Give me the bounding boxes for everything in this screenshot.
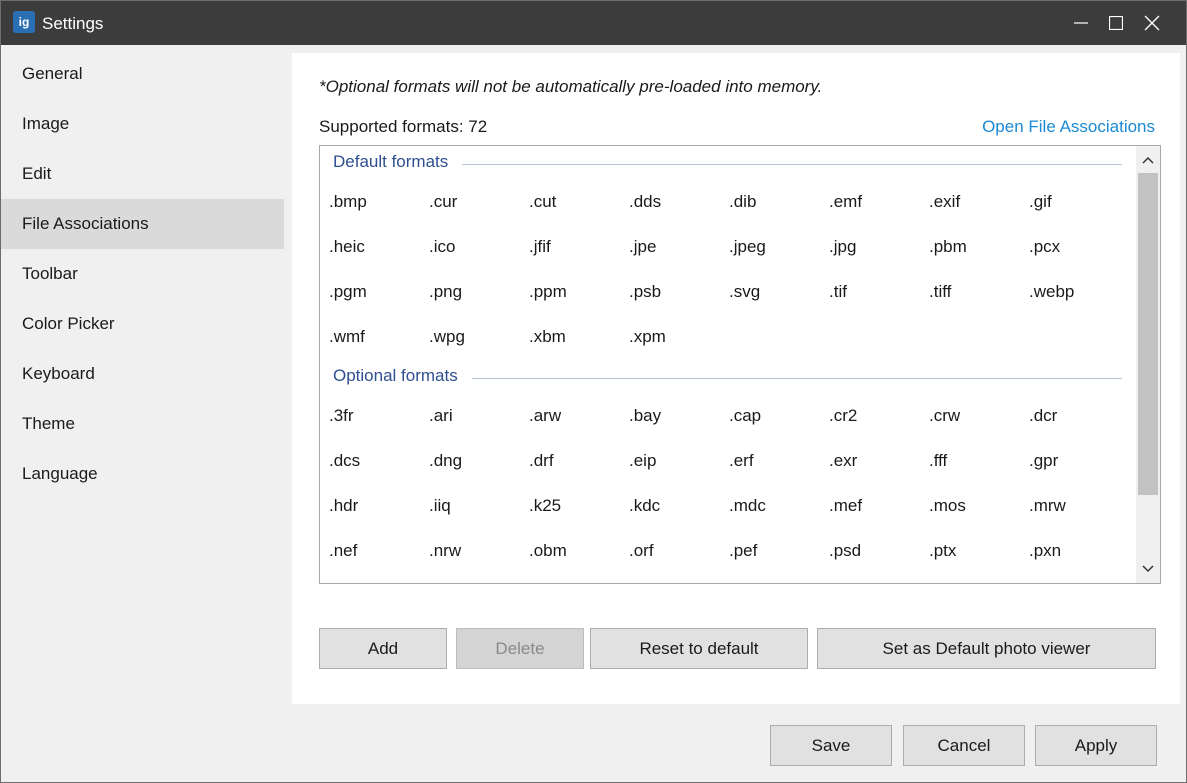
format-item[interactable]: .xpm [629,327,666,347]
format-item[interactable]: .ico [429,237,455,257]
sidebar-item-keyboard[interactable]: Keyboard [1,349,284,399]
sidebar-item-toolbar[interactable]: Toolbar [1,249,284,299]
format-item[interactable]: .exif [929,192,960,212]
apply-button[interactable]: Apply [1035,725,1157,766]
format-item[interactable]: .erf [729,451,754,471]
format-item[interactable]: .dng [429,451,462,471]
chevron-up-icon [1142,156,1154,164]
group-divider [472,378,1122,379]
format-item[interactable]: .mdc [729,496,766,516]
group-divider [462,164,1122,165]
format-item[interactable]: .gpr [1029,451,1058,471]
set-default-viewer-button[interactable]: Set as Default photo viewer [817,628,1156,669]
format-item[interactable]: .jpg [829,237,856,257]
format-item[interactable]: .pxn [1029,541,1061,561]
sidebar-nav: General Image Edit File Associations Toolbar… [1,49,284,499]
format-item[interactable]: .dcs [329,451,360,471]
format-item[interactable]: .dcr [1029,406,1057,426]
chevron-down-icon [1142,565,1154,573]
format-item[interactable]: .tif [829,282,847,302]
format-item[interactable]: .jpe [629,237,656,257]
add-button[interactable]: Add [319,628,447,669]
close-icon [1144,15,1160,31]
format-group-header: Optional formats [333,366,458,385]
sidebar-item-language[interactable]: Language [1,449,284,499]
format-item[interactable]: .nrw [429,541,461,561]
format-item[interactable]: .fff [929,451,947,471]
format-item[interactable]: .pgm [329,282,367,302]
settings-window: ig Settings General Image Edit File Associa… [0,0,1187,783]
delete-button[interactable]: Delete [456,628,584,669]
format-item[interactable]: .kdc [629,496,660,516]
cancel-button[interactable]: Cancel [903,725,1025,766]
supported-formats-count: Supported formats: 72 [319,117,488,136]
format-item[interactable]: .drf [529,451,554,471]
format-item[interactable]: .wpg [429,327,465,347]
format-item[interactable]: .tiff [929,282,951,302]
format-item[interactable]: .bay [629,406,661,426]
format-item[interactable]: .mrw [1029,496,1066,516]
format-item[interactable]: .arw [529,406,561,426]
app-icon: ig [13,11,35,33]
format-item[interactable]: .mos [929,496,966,516]
format-item[interactable]: .cut [529,192,556,212]
format-item[interactable]: .svg [729,282,760,302]
formats-list[interactable]: Default formats .bmp .cur .cut .dds .dib .emf.… [319,145,1161,584]
file-associations-panel: *Optional formats will not be automatica… [292,53,1180,704]
format-item[interactable]: .k25 [529,496,561,516]
close-button[interactable] [1117,1,1187,45]
sidebar-item-theme[interactable]: Theme [1,399,284,449]
format-item[interactable]: .xbm [529,327,566,347]
format-item[interactable]: .webp [1029,282,1074,302]
format-item[interactable]: .gif [1029,192,1052,212]
format-item[interactable]: .pef [729,541,757,561]
format-item[interactable]: .ppm [529,282,567,302]
format-item[interactable]: .mef [829,496,862,516]
format-item[interactable]: .nef [329,541,357,561]
format-item[interactable]: .jpeg [729,237,766,257]
format-item[interactable]: .3fr [329,406,354,426]
format-item[interactable]: .eip [629,451,656,471]
sidebar-item-color-picker[interactable]: Color Picker [1,299,284,349]
open-file-associations-link[interactable]: Open File Associations [982,117,1155,137]
format-item[interactable]: .pcx [1029,237,1060,257]
format-item[interactable]: .heic [329,237,365,257]
format-item[interactable]: .hdr [329,496,358,516]
format-item[interactable]: .cur [429,192,457,212]
format-item[interactable]: .exr [829,451,857,471]
sidebar-item-general[interactable]: General [1,49,284,99]
sidebar-item-file-associations[interactable]: File Associations [1,199,284,249]
format-item[interactable]: .jfif [529,237,551,257]
scroll-thumb[interactable] [1138,173,1158,495]
format-item[interactable]: .ari [429,406,453,426]
format-item[interactable]: .bmp [329,192,367,212]
format-item[interactable]: .obm [529,541,567,561]
format-item[interactable]: .orf [629,541,654,561]
sidebar-item-image[interactable]: Image [1,99,284,149]
format-item[interactable]: .pbm [929,237,967,257]
format-item[interactable]: .psb [629,282,661,302]
format-item[interactable]: .cr2 [829,406,857,426]
format-item[interactable]: .wmf [329,327,365,347]
format-item[interactable]: .dib [729,192,756,212]
scroll-down-button[interactable] [1136,559,1160,579]
format-item[interactable]: .iiq [429,496,451,516]
format-item[interactable]: .crw [929,406,960,426]
format-item[interactable]: .ptx [929,541,956,561]
sidebar-item-edit[interactable]: Edit [1,149,284,199]
format-item[interactable]: .emf [829,192,862,212]
reset-to-default-button[interactable]: Reset to default [590,628,808,669]
format-item[interactable]: .cap [729,406,761,426]
window-title: Settings [42,14,104,33]
format-item[interactable]: .psd [829,541,861,561]
vertical-scrollbar[interactable] [1136,146,1160,583]
optional-note: *Optional formats will not be automatica… [319,77,823,96]
format-item[interactable]: .dds [629,192,661,212]
format-item[interactable]: .png [429,282,462,302]
scroll-up-button[interactable] [1136,150,1160,170]
save-button[interactable]: Save [770,725,892,766]
format-group-header: Default formats [333,152,449,171]
title-bar[interactable]: ig Settings [1,1,1186,45]
